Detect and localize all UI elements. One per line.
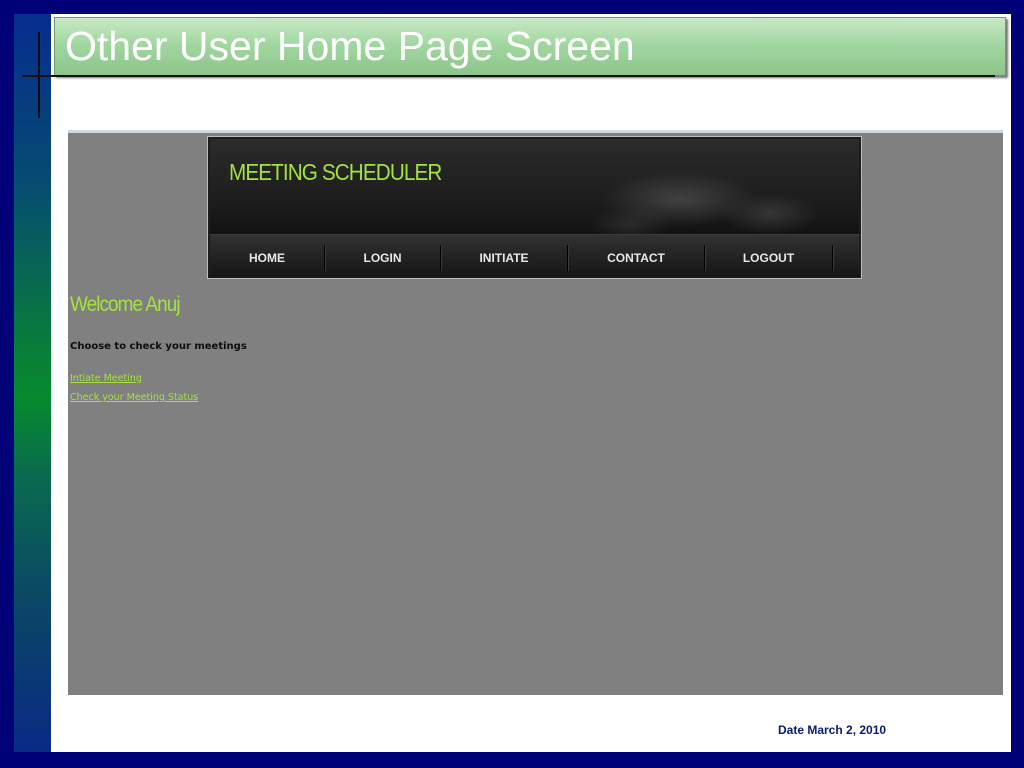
app-screenshot: MEETING SCHEDULER HOME LOGIN INITIATE CO… — [68, 130, 1003, 695]
slide-title: Other User Home Page Screen — [65, 23, 635, 69]
header-banner: MEETING SCHEDULER — [210, 139, 859, 234]
footer-date: Date March 2, 2010 — [778, 723, 887, 737]
choose-prompt: Choose to check your meetings — [70, 341, 247, 352]
app-header: MEETING SCHEDULER HOME LOGIN INITIATE CO… — [207, 136, 862, 279]
meeting-status-link[interactable]: Check your Meeting Status — [70, 392, 198, 403]
title-bar: Other User Home Page Screen — [54, 17, 1006, 76]
side-gradient-band — [14, 14, 51, 752]
initiate-meeting-link[interactable]: Intiate Meeting — [70, 373, 142, 384]
welcome-heading: Welcome Anuj — [70, 293, 181, 316]
nav-login[interactable]: LOGIN — [325, 245, 441, 271]
nav-contact[interactable]: CONTACT — [568, 245, 705, 271]
app-nav-bar: HOME LOGIN INITIATE CONTACT LOGOUT — [210, 234, 859, 277]
app-logo: MEETING SCHEDULER — [229, 159, 442, 185]
slide-content: Other User Home Page Screen MEETING SCHE… — [22, 14, 1011, 752]
nav-logout[interactable]: LOGOUT — [705, 245, 833, 271]
nav-home[interactable]: HOME — [210, 245, 325, 271]
nav-initiate[interactable]: INITIATE — [441, 245, 568, 271]
title-underline — [22, 75, 995, 77]
